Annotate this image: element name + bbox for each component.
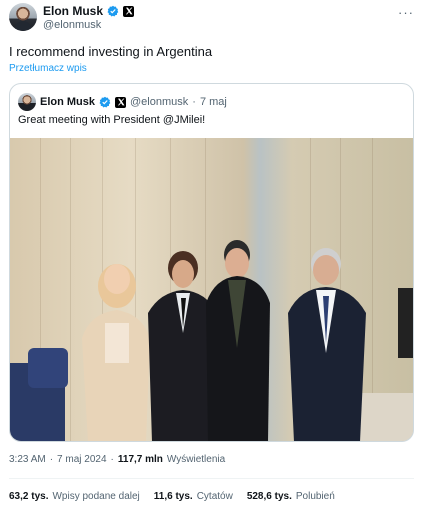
quotes-count: 11,6 tys. bbox=[153, 491, 193, 502]
separator-dot: · bbox=[110, 454, 114, 465]
tweet-date[interactable]: 7 maj 2024 bbox=[57, 454, 106, 465]
engagement-stats: 63,2 tys. Wpisy podane dalej 11,6 tys. C… bbox=[9, 491, 335, 502]
quotes-stat[interactable]: 11,6 tys. Cytatów bbox=[154, 491, 233, 502]
likes-label: Polubień bbox=[295, 491, 335, 502]
author-name-row: Elon Musk bbox=[43, 4, 135, 18]
more-options-icon[interactable]: ··· bbox=[398, 5, 414, 20]
tweet-text: I recommend investing in Argentina bbox=[9, 44, 213, 59]
views-count: 117,7 mln bbox=[117, 454, 163, 465]
group-photo[interactable] bbox=[10, 138, 413, 441]
author-handle[interactable]: @elonmusk bbox=[43, 19, 101, 31]
separator-dot: · bbox=[192, 96, 196, 108]
quoted-author-handle: @elonmusk bbox=[130, 96, 189, 108]
quoted-tweet[interactable]: Elon Musk @elonmusk · 7 maj Great meetin… bbox=[9, 83, 414, 442]
quoted-avatar bbox=[18, 93, 36, 111]
tweet-header: Elon Musk @elonmusk ··· bbox=[9, 3, 414, 33]
likes-stat[interactable]: 528,6 tys. Polubień bbox=[247, 491, 335, 502]
quoted-timestamp: 7 maj bbox=[199, 96, 227, 108]
reposts-stat[interactable]: 63,2 tys. Wpisy podane dalej bbox=[9, 491, 140, 502]
reposts-label: Wpisy podane dalej bbox=[52, 491, 140, 502]
avatar[interactable] bbox=[9, 3, 37, 31]
divider bbox=[9, 478, 414, 479]
separator-dot: · bbox=[49, 454, 54, 465]
quotes-label: Cytatów bbox=[196, 491, 233, 502]
tweet-meta: 3:23 AM · 7 maj 2024 · 117,7 mln Wyświet… bbox=[9, 454, 225, 465]
x-logo-icon bbox=[123, 5, 135, 17]
reposts-count: 63,2 tys. bbox=[9, 491, 49, 502]
verified-badge-icon bbox=[99, 96, 111, 108]
views-label: Wyświetlenia bbox=[166, 454, 226, 465]
author-name[interactable]: Elon Musk bbox=[43, 4, 103, 18]
quoted-author-name: Elon Musk bbox=[40, 96, 96, 108]
translate-link[interactable]: Przetłumacz wpis bbox=[9, 63, 87, 74]
verified-badge-icon bbox=[107, 5, 119, 17]
quoted-header: Elon Musk @elonmusk · 7 maj bbox=[18, 93, 227, 111]
x-logo-icon bbox=[115, 96, 127, 108]
tweet-time[interactable]: 3:23 AM bbox=[9, 454, 46, 465]
people-illustration bbox=[10, 240, 413, 441]
quoted-text: Great meeting with President @JMilei! bbox=[18, 114, 206, 126]
likes-count: 528,6 tys. bbox=[246, 491, 292, 502]
